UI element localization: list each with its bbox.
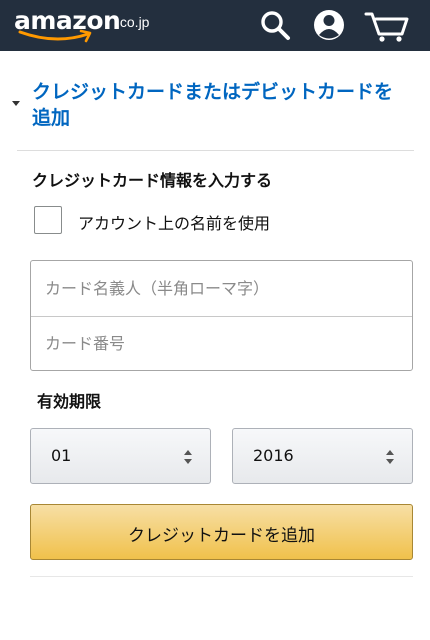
cardholder-name-input[interactable] (31, 261, 412, 315)
use-account-name-label[interactable]: アカウント上の名前を使用 (78, 210, 270, 234)
use-account-name-checkbox[interactable] (34, 206, 62, 234)
use-account-name-row[interactable]: アカウント上の名前を使用 (34, 206, 334, 234)
add-credit-card-button[interactable]: クレジットカードを追加 (30, 504, 413, 560)
amazon-logo[interactable]: amazon .co.jp (14, 5, 154, 45)
expiry-label: 有効期限 (37, 392, 102, 411)
expiry-month-select[interactable]: 01 (30, 428, 211, 484)
select-updown-icon (386, 450, 394, 464)
select-updown-icon (184, 450, 192, 464)
cart-icon[interactable] (362, 6, 412, 44)
expiry-year-value: 2016 (253, 446, 294, 465)
add-credit-card-button-label: クレジットカードを追加 (128, 526, 315, 546)
form-heading: クレジットカード情報を入力する (32, 171, 273, 190)
card-details-group (30, 260, 413, 371)
search-icon[interactable] (256, 6, 296, 44)
logo-domain: .co.jp (116, 14, 150, 30)
section-title-link[interactable]: クレジットカードまたはデビットカードを追加 (32, 79, 402, 131)
divider (17, 150, 414, 151)
top-navigation-bar: amazon .co.jp (0, 0, 430, 51)
card-number-input[interactable] (31, 316, 412, 370)
collapse-caret-icon[interactable] (12, 101, 20, 106)
divider (30, 576, 413, 577)
smile-arrow-icon (18, 29, 92, 43)
account-icon[interactable] (309, 6, 349, 44)
expiry-year-select[interactable]: 2016 (232, 428, 413, 484)
expiry-month-value: 01 (51, 446, 72, 465)
